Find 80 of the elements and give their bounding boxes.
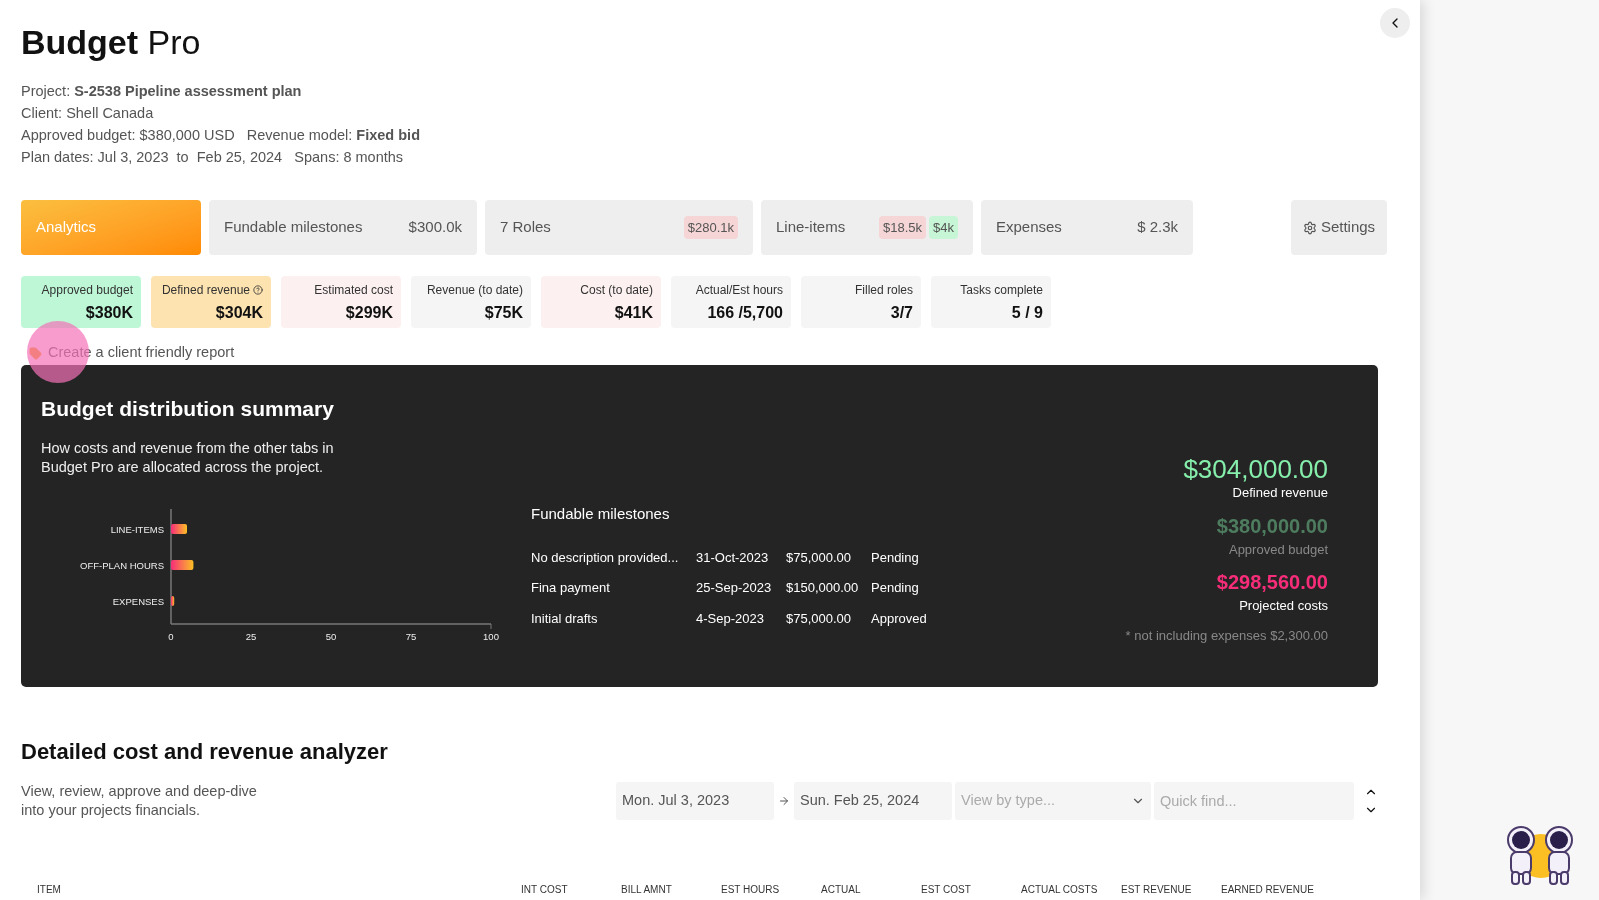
milestone-amount: $150,000.00 [786, 579, 860, 597]
stat-value: $304K [215, 303, 263, 323]
column-header: EST HOURS [721, 883, 781, 897]
settings-icon [1302, 220, 1317, 235]
milestone-description: Initial drafts [531, 609, 599, 628]
total-amount: $380,000.00 [1216, 513, 1328, 539]
milestone-status: Approved [871, 609, 927, 628]
end-date-field[interactable]: Sun. Feb 25, 2024 [794, 782, 952, 820]
stat-value: $41K [614, 303, 653, 323]
stat-label: Revenue (to date) [426, 282, 523, 299]
column-header: INT COST [521, 883, 569, 897]
milestone-date: 4-Sep-2023 [696, 609, 765, 628]
tab[interactable]: Expenses $ 2.3k [981, 200, 1193, 255]
column-header: EARNED REVENUE [1221, 883, 1315, 897]
column-header: ACTUAL COSTS [1021, 883, 1099, 897]
total-label: Projected costs [1239, 597, 1328, 615]
stat-value: $380K [85, 303, 133, 323]
column-header: ACTUAL [821, 883, 862, 897]
total-label: Approved budget [1228, 540, 1328, 559]
stat-label: Defined revenue [161, 282, 250, 299]
stat-label: Filled roles [854, 282, 913, 299]
axis-label: EXPENSES [112, 595, 164, 607]
milestone-description: No description provided... [531, 548, 680, 567]
total-amount: $304,000.00 [1183, 455, 1328, 483]
tick-label: 75 [405, 630, 417, 642]
tick-label: 100 [483, 630, 499, 642]
arrow-right-icon [778, 795, 790, 807]
analyzer-title: Detailed cost and revenue analyzer [21, 738, 389, 766]
stat-label: Actual/Est hours [695, 282, 783, 299]
milestone-amount: $75,000.00 [786, 609, 853, 628]
tick-label: 50 [325, 630, 337, 642]
tab[interactable]: Fundable milestones $300.0k [209, 200, 477, 255]
tab[interactable]: 7 Roles $280.1k [485, 200, 753, 255]
tick-label: 0 [168, 630, 174, 642]
axis-label: LINE-ITEMS [110, 523, 164, 535]
settings-button[interactable]: Settings [1291, 200, 1387, 255]
tick-label: 25 [245, 630, 257, 642]
stat-value: $299K [345, 303, 393, 323]
stat-value: 3/7 [890, 303, 913, 323]
stat-label: Cost (to date) [580, 282, 653, 299]
bar [171, 595, 175, 606]
stat-label: Tasks complete [960, 282, 1043, 299]
total-label: Defined revenue [1232, 484, 1328, 502]
column-header: ITEM [36, 883, 62, 897]
stat-value: $75K [484, 303, 523, 323]
column-header: BILL AMNT [621, 883, 673, 897]
milestone-date: 25-Sep-2023 [696, 579, 773, 597]
amount-badge: $4k [929, 215, 958, 240]
milestones-title: Fundable milestones [531, 504, 671, 524]
milestone-date: 31-Oct-2023 [696, 548, 770, 567]
bar [171, 523, 187, 534]
summary-title: Budget distribution summary [41, 396, 335, 422]
start-date-field[interactable]: Mon. Jul 3, 2023 [616, 782, 774, 820]
stat-label: Approved budget [41, 282, 133, 299]
analyzer-description: View, review, approve and deep-dive into your projects financials. [21, 782, 258, 820]
stat-label: Estimated cost [314, 282, 393, 299]
stat-value: 166 /5,700 [707, 303, 783, 323]
total-amount: $298,560.00 [1216, 570, 1328, 595]
project-info-line: Project: S-2538 Pipeline assessment plan [21, 82, 303, 101]
bar [171, 559, 194, 570]
tab[interactable]: Line-items $18.5k $4k [761, 200, 973, 255]
app-title: Budget Pro [21, 22, 202, 62]
project-info-line: Client: Shell Canada [21, 104, 155, 123]
amount-badge: $18.5k [879, 215, 927, 240]
quick-find-field[interactable]: Quick find... [1154, 782, 1354, 820]
column-header: EST COST [921, 883, 972, 897]
milestone-description: Fina payment [531, 579, 611, 597]
collapse-button[interactable] [1380, 8, 1410, 38]
column-header: EST REVENUE [1121, 883, 1193, 897]
help-icon [253, 285, 263, 295]
milestone-amount: $75,000.00 [786, 548, 853, 567]
expenses-note: * not including expenses $2,300.00 [1125, 626, 1328, 645]
summary-description: How costs and revenue from the other tabs in Budget Pro are allocated across the project. [41, 438, 335, 477]
project-info-line: Approved budget: $380,000 USD Revenue model: Fixed bid [21, 126, 421, 145]
amount-badge: $280.1k [683, 215, 738, 240]
axis-label: OFF-PLAN HOURS [80, 559, 164, 571]
project-info-line: Plan dates: Jul 3, 2023 to Feb 25, 2024 Spans: 8 months [21, 148, 405, 167]
milestone-status: Pending [871, 548, 919, 567]
stat-value: 5 / 9 [1011, 303, 1043, 323]
milestone-status: Pending [871, 579, 919, 597]
